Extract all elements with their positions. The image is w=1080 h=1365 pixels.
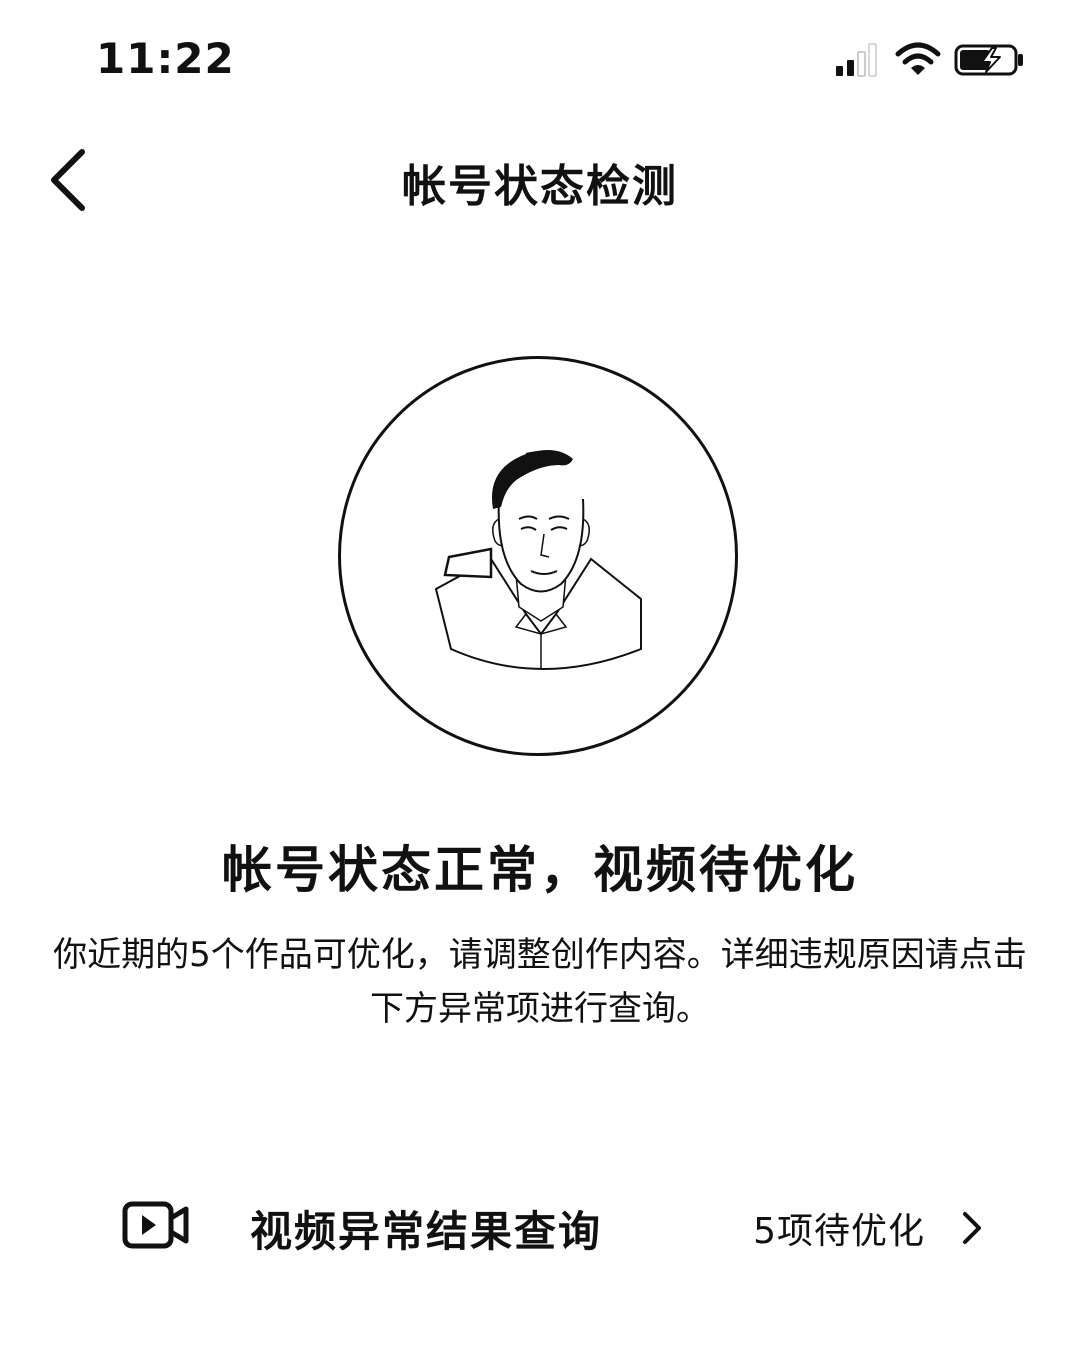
user-avatar-illustration bbox=[434, 450, 642, 670]
nav-bar: 帐号状态检测 bbox=[0, 120, 1080, 240]
wifi-icon bbox=[895, 42, 941, 75]
battery-charging-icon bbox=[954, 44, 1023, 76]
page-title: 帐号状态检测 bbox=[402, 161, 678, 212]
video-abnormal-result-row[interactable]: 视频异常结果查询 5项待优化 bbox=[0, 1180, 1080, 1280]
result-count: 5项待优化 bbox=[753, 1211, 925, 1252]
video-icon bbox=[122, 1200, 190, 1250]
chevron-right-icon bbox=[960, 1210, 984, 1246]
status-description: 你近期的5个作品可优化，请调整创作内容。详细违规原因请点击下方异常项进行查询。 bbox=[53, 935, 1027, 1029]
avatar bbox=[338, 356, 738, 756]
status-title: 帐号状态正常，视频待优化 bbox=[222, 841, 858, 899]
status-time: 11:22 bbox=[96, 34, 235, 83]
screen: 11:22 帐号状态检测 帐号状态正常，视频待优化 你近期的5个作品可优化，请调… bbox=[0, 0, 1080, 1365]
result-label: 视频异常结果查询 bbox=[250, 1207, 603, 1256]
cellular-signal-icon bbox=[836, 43, 877, 77]
status-bar: 11:22 bbox=[0, 0, 1080, 110]
